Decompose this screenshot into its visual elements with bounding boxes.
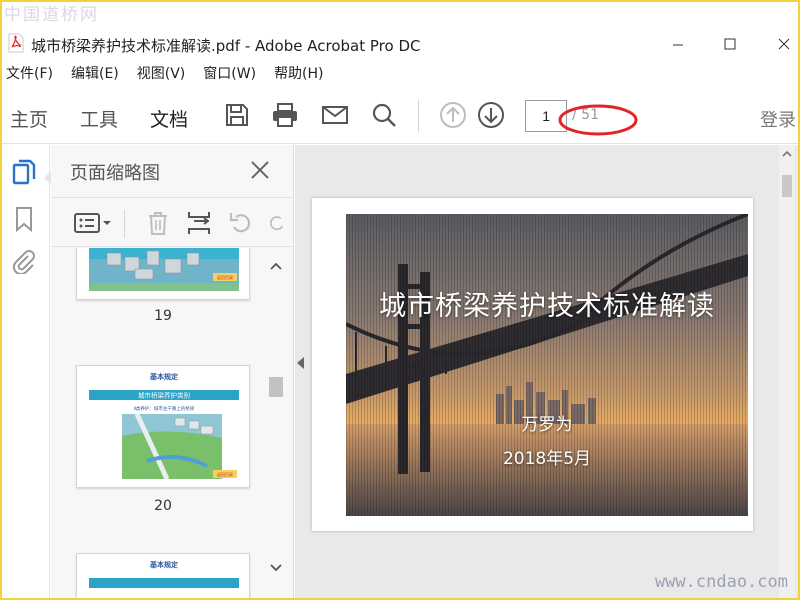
delete-icon[interactable]	[145, 208, 171, 238]
menu-help[interactable]: 帮助(H)	[274, 62, 323, 86]
thumb-20-heading: 基本规定	[149, 372, 178, 381]
thumb-20-badge: 返回目录	[217, 471, 233, 477]
tab-home[interactable]: 主页	[10, 105, 48, 132]
menu-window[interactable]: 窗口(W)	[203, 62, 256, 86]
site-watermark-top: 中国道桥网	[4, 5, 99, 25]
menu-view[interactable]: 视图(V)	[137, 62, 186, 86]
cover-slide: 城市桥梁养护技术标准解读 万罗为 2018年5月	[346, 214, 748, 516]
undo-icon[interactable]	[227, 208, 255, 238]
page-total: / 51	[572, 107, 599, 123]
thumbnail-list: 返回目录 19 基本规定 城市桥梁养护类别 Ⅱ类养护：城市主干路上的桥梁 返回目…	[51, 248, 294, 600]
slide-author: 万罗为	[521, 415, 573, 435]
bridge-photo	[346, 214, 748, 516]
save-icon[interactable]	[222, 100, 252, 130]
tab-document[interactable]: 文档	[150, 105, 188, 132]
document-viewer[interactable]: 城市桥梁养护技术标准解读 万罗为 2018年5月	[295, 145, 800, 600]
thumbnail-number-19: 19	[154, 308, 172, 324]
minimize-button[interactable]	[658, 30, 698, 58]
toolbar-divider	[418, 100, 419, 132]
collapse-panel-arrow-icon[interactable]	[297, 357, 304, 369]
bookmark-icon[interactable]	[10, 205, 38, 233]
print-icon[interactable]	[270, 100, 300, 130]
main-toolbar: 主页 工具 文档 / 51 登录	[0, 88, 800, 144]
pdf-file-icon	[8, 33, 24, 53]
thumbnail-page-19[interactable]: 返回目录	[76, 248, 250, 300]
slide-title: 城市桥梁养护技术标准解读	[379, 291, 715, 322]
insert-icon[interactable]	[185, 208, 213, 238]
site-watermark-bottom: www.cndao.com	[654, 572, 788, 592]
viewer-scrollbar[interactable]	[779, 145, 795, 600]
page-thumbnails-icon[interactable]	[10, 159, 38, 187]
page-number-input[interactable]	[525, 100, 567, 132]
menu-file[interactable]: 文件(F)	[6, 62, 53, 86]
thumbnail-page-20[interactable]: 基本规定 城市桥梁养护类别 Ⅱ类养护：城市主干路上的桥梁 返回目录	[76, 365, 250, 488]
pdf-page: 城市桥梁养护技术标准解读 万罗为 2018年5月	[312, 198, 753, 531]
menu-bar: 文件(F) 编辑(E) 视图(V) 窗口(W) 帮助(H)	[0, 62, 800, 86]
thumb-20-subheading: 城市桥梁养护类别	[138, 391, 190, 400]
login-link[interactable]: 登录	[760, 106, 796, 132]
thumbnail-toolbar	[51, 197, 294, 247]
maximize-button[interactable]	[710, 30, 750, 58]
window-title: 城市桥梁养护技术标准解读.pdf - Adobe Acrobat Pro DC	[31, 37, 421, 55]
thumbnail-number-20: 20	[154, 498, 172, 514]
page-down-icon[interactable]	[476, 100, 506, 130]
thumbnail-panel: 页面缩略图 返回目录 19 基本规定 城市桥梁养护类别 Ⅱ类养护：城市主干路上的…	[51, 145, 294, 600]
close-panel-button[interactable]	[247, 157, 273, 183]
thumbnail-page-next[interactable]: 基本规定	[76, 553, 250, 600]
panel-pointer	[44, 171, 51, 185]
navigation-rail	[0, 145, 51, 600]
thumb-next-heading: 基本规定	[149, 560, 178, 569]
search-icon[interactable]	[369, 100, 399, 130]
menu-edit[interactable]: 编辑(E)	[71, 62, 119, 86]
mail-icon[interactable]	[320, 100, 350, 130]
slide-date: 2018年5月	[502, 449, 592, 469]
page-up-icon[interactable]	[438, 100, 468, 130]
thumb-20-caption: Ⅱ类养护：城市主干路上的桥梁	[134, 405, 195, 412]
title-bar: 城市桥梁养护技术标准解读.pdf - Adobe Acrobat Pro DC	[0, 26, 800, 62]
tab-tools[interactable]: 工具	[80, 105, 118, 132]
scroll-thumb	[269, 377, 283, 397]
thumbnail-scrollbar[interactable]	[266, 253, 286, 583]
options-menu-icon[interactable]	[73, 208, 113, 238]
thumb-19-badge: 返回目录	[217, 274, 233, 280]
panel-title: 页面缩略图	[70, 163, 160, 184]
close-window-button[interactable]	[764, 30, 800, 58]
panel-tools-divider	[124, 210, 125, 238]
redo-icon[interactable]	[267, 208, 287, 238]
attachment-icon[interactable]	[10, 247, 38, 275]
